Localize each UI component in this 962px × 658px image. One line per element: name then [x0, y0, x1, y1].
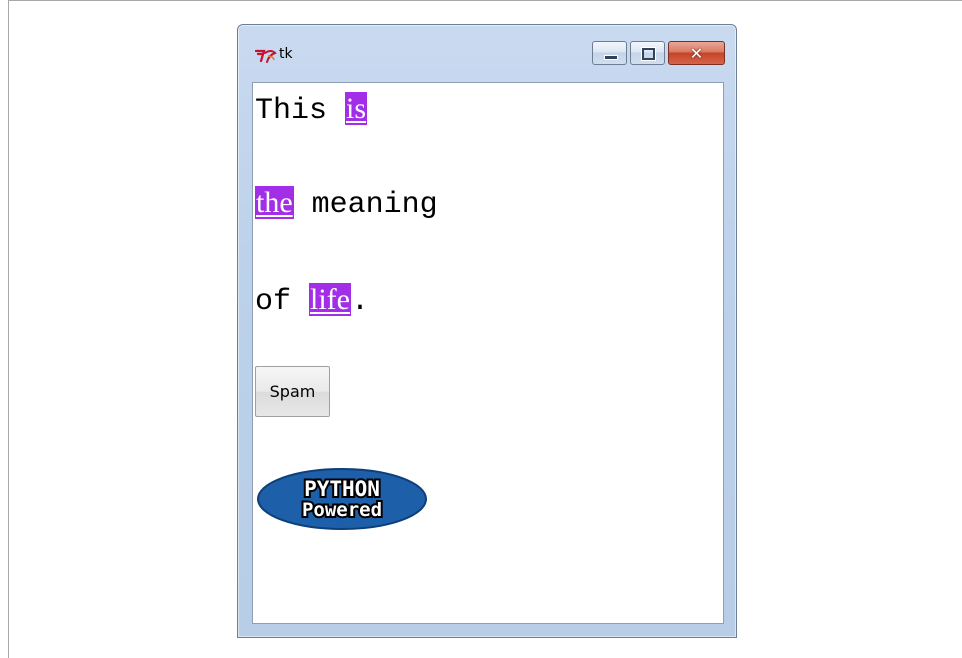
text-segment: of [255, 285, 310, 319]
logo-line-1: PYTHON [304, 477, 380, 501]
maximize-icon [641, 47, 656, 61]
text-line-3: of life. [255, 280, 369, 322]
text-segment: meaning [293, 188, 438, 222]
logo-line-2: Powered [302, 499, 382, 521]
text-widget[interactable]: This is the meaning of life. Spam PYTHON… [252, 82, 724, 624]
tk-window: tk ✕ This is the meaning of life. Spam P… [237, 24, 737, 638]
tk-feather-icon [255, 49, 277, 63]
minimize-icon [604, 55, 618, 60]
text-segment: This [255, 94, 346, 128]
title-bar[interactable]: tk ✕ [238, 25, 736, 83]
tagged-word-is: is [345, 92, 368, 125]
tagged-word-the: the [255, 186, 294, 219]
tagged-word-life: life [309, 283, 351, 316]
text-segment: . [351, 285, 370, 319]
window-title: tk [279, 46, 293, 62]
close-icon: ✕ [689, 43, 704, 63]
close-button[interactable]: ✕ [668, 41, 725, 65]
text-line-1: This is [255, 89, 368, 131]
text-line-2: the meaning [255, 183, 438, 225]
minimize-button[interactable] [592, 41, 627, 65]
maximize-button[interactable] [630, 41, 665, 65]
spam-button[interactable]: Spam [255, 366, 330, 417]
caption-buttons: ✕ [592, 41, 725, 65]
python-powered-logo: PYTHON Powered [257, 468, 427, 530]
